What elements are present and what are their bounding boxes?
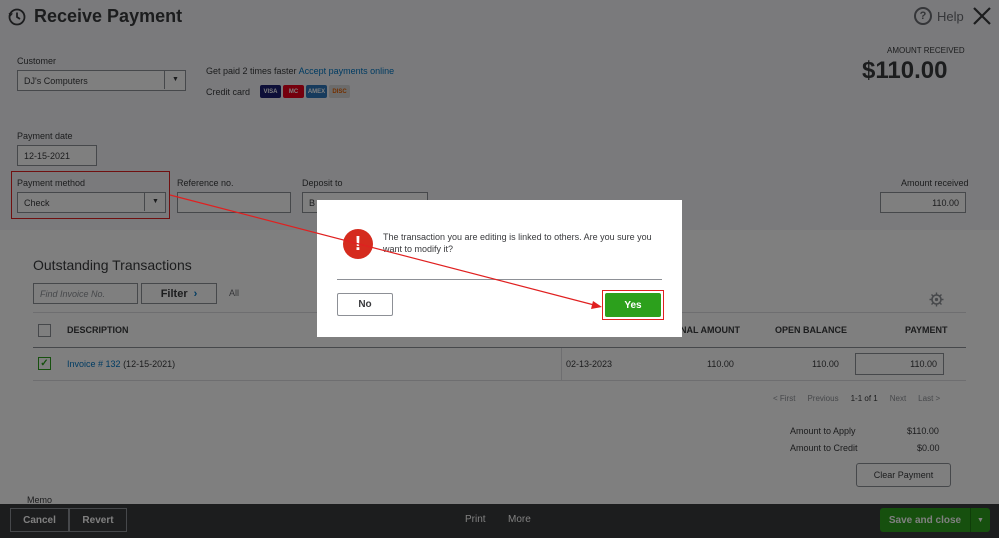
no-button[interactable]: No <box>337 293 393 316</box>
yes-button[interactable]: Yes <box>605 293 661 317</box>
dialog-divider <box>337 279 662 280</box>
alert-icon: ! <box>343 229 373 259</box>
dialog-message: The transaction you are editing is linke… <box>383 232 652 254</box>
confirm-dialog: ! The transaction you are editing is lin… <box>317 200 682 337</box>
